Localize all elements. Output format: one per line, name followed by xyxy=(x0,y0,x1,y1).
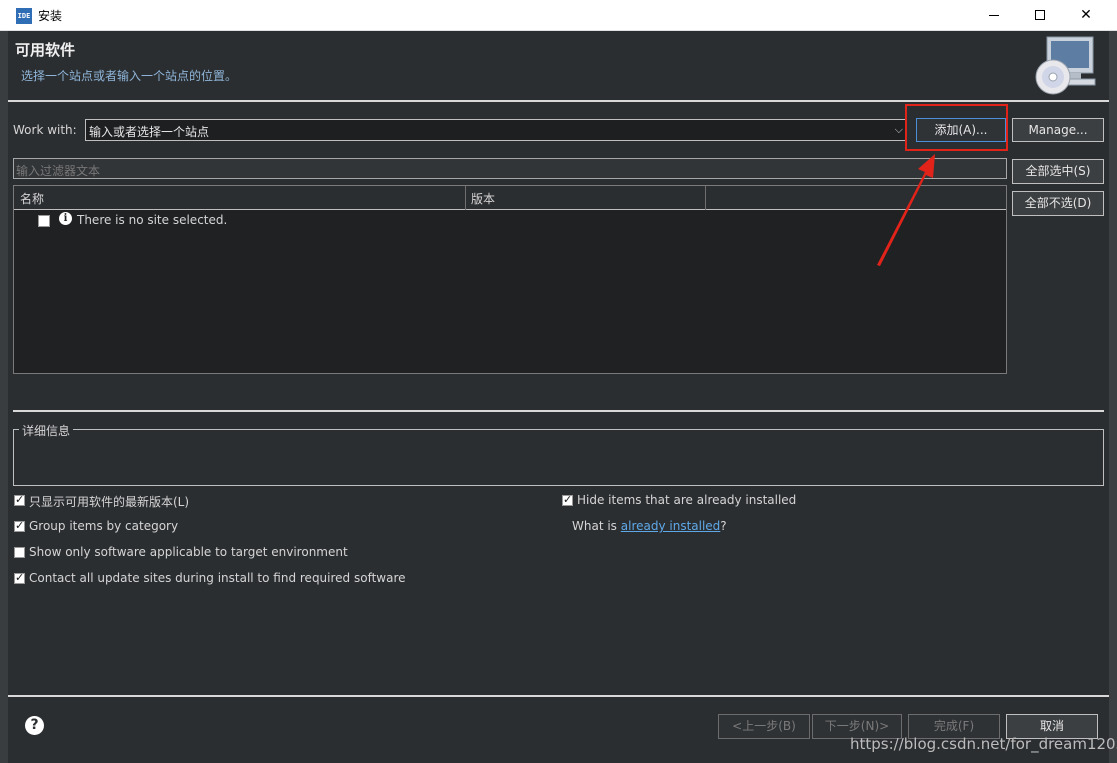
deselect-all-button[interactable]: 全部不选(D) xyxy=(1012,191,1104,216)
filter-placeholder: 输入过滤器文本 xyxy=(16,164,101,178)
watermark: https://blog.csdn.net/for_dream1205 xyxy=(850,735,1117,753)
window-titlebar: IDE 安装 ✕ xyxy=(0,0,1117,31)
contact-sites-checkbox[interactable] xyxy=(14,571,25,584)
details-legend: 详细信息 xyxy=(19,422,74,439)
group-by-category-label[interactable]: Group items by category xyxy=(29,519,178,533)
section-separator xyxy=(13,410,1104,412)
minimize-button[interactable] xyxy=(971,0,1017,31)
back-button[interactable]: <上一步(B) xyxy=(718,714,810,739)
minimize-icon xyxy=(989,14,999,16)
show-latest-checkbox[interactable] xyxy=(14,493,25,506)
show-latest-label[interactable]: 只显示可用软件的最新版本(L) xyxy=(29,493,189,510)
manage-button[interactable]: Manage... xyxy=(1012,118,1104,142)
app-icon: IDE xyxy=(16,8,32,24)
select-all-button[interactable]: 全部选中(S) xyxy=(1012,159,1104,184)
header-separator xyxy=(8,100,1109,102)
row-checkbox[interactable] xyxy=(38,215,50,227)
hide-installed-checkbox[interactable] xyxy=(562,493,573,506)
maximize-icon xyxy=(1035,10,1045,20)
what-is-suffix: ? xyxy=(720,519,727,533)
details-group xyxy=(13,429,1104,486)
work-with-label: Work with: xyxy=(13,123,77,137)
wizard-header: 可用软件 选择一个站点或者输入一个站点的位置。 xyxy=(8,31,1109,101)
column-divider[interactable] xyxy=(705,186,706,210)
work-with-combo[interactable]: 输入或者选择一个站点 ⌵ xyxy=(85,119,907,141)
background-app-edge-right xyxy=(1109,31,1117,763)
footer-separator xyxy=(8,695,1109,697)
page-title: 可用软件 xyxy=(15,41,76,59)
page-description: 选择一个站点或者输入一个站点的位置。 xyxy=(21,69,238,83)
contact-sites-label[interactable]: Contact all update sites during install … xyxy=(29,571,406,585)
background-app-edge xyxy=(0,31,8,763)
table-row-text: There is no site selected. xyxy=(77,213,228,227)
info-icon: i xyxy=(59,212,72,225)
column-divider[interactable] xyxy=(465,186,466,210)
work-with-value: 输入或者选择一个站点 xyxy=(89,125,210,139)
install-software-icon xyxy=(1035,36,1096,95)
chevron-down-icon[interactable]: ⌵ xyxy=(895,123,903,137)
filter-input[interactable]: 输入过滤器文本 xyxy=(13,158,1007,179)
maximize-button[interactable] xyxy=(1017,0,1063,31)
show-applicable-label[interactable]: Show only software applicable to target … xyxy=(29,545,348,559)
what-is-installed-text: What is already installed? xyxy=(572,519,727,533)
show-applicable-checkbox[interactable] xyxy=(14,547,25,558)
window-title: 安装 xyxy=(38,9,63,23)
highlight-box xyxy=(905,104,1008,151)
table-header: 名称 版本 xyxy=(14,186,1006,210)
group-by-category-checkbox[interactable] xyxy=(14,519,25,532)
column-version-header[interactable]: 版本 xyxy=(471,190,495,207)
software-table[interactable]: 名称 版本 i There is no site selected. xyxy=(13,185,1007,374)
help-icon[interactable]: ? xyxy=(25,716,44,735)
already-installed-link[interactable]: already installed xyxy=(621,519,721,533)
what-is-prefix: What is xyxy=(572,519,621,533)
close-icon: ✕ xyxy=(1080,7,1092,23)
close-button[interactable]: ✕ xyxy=(1063,0,1109,31)
hide-installed-label[interactable]: Hide items that are already installed xyxy=(577,493,796,507)
column-name-header[interactable]: 名称 xyxy=(20,190,44,207)
